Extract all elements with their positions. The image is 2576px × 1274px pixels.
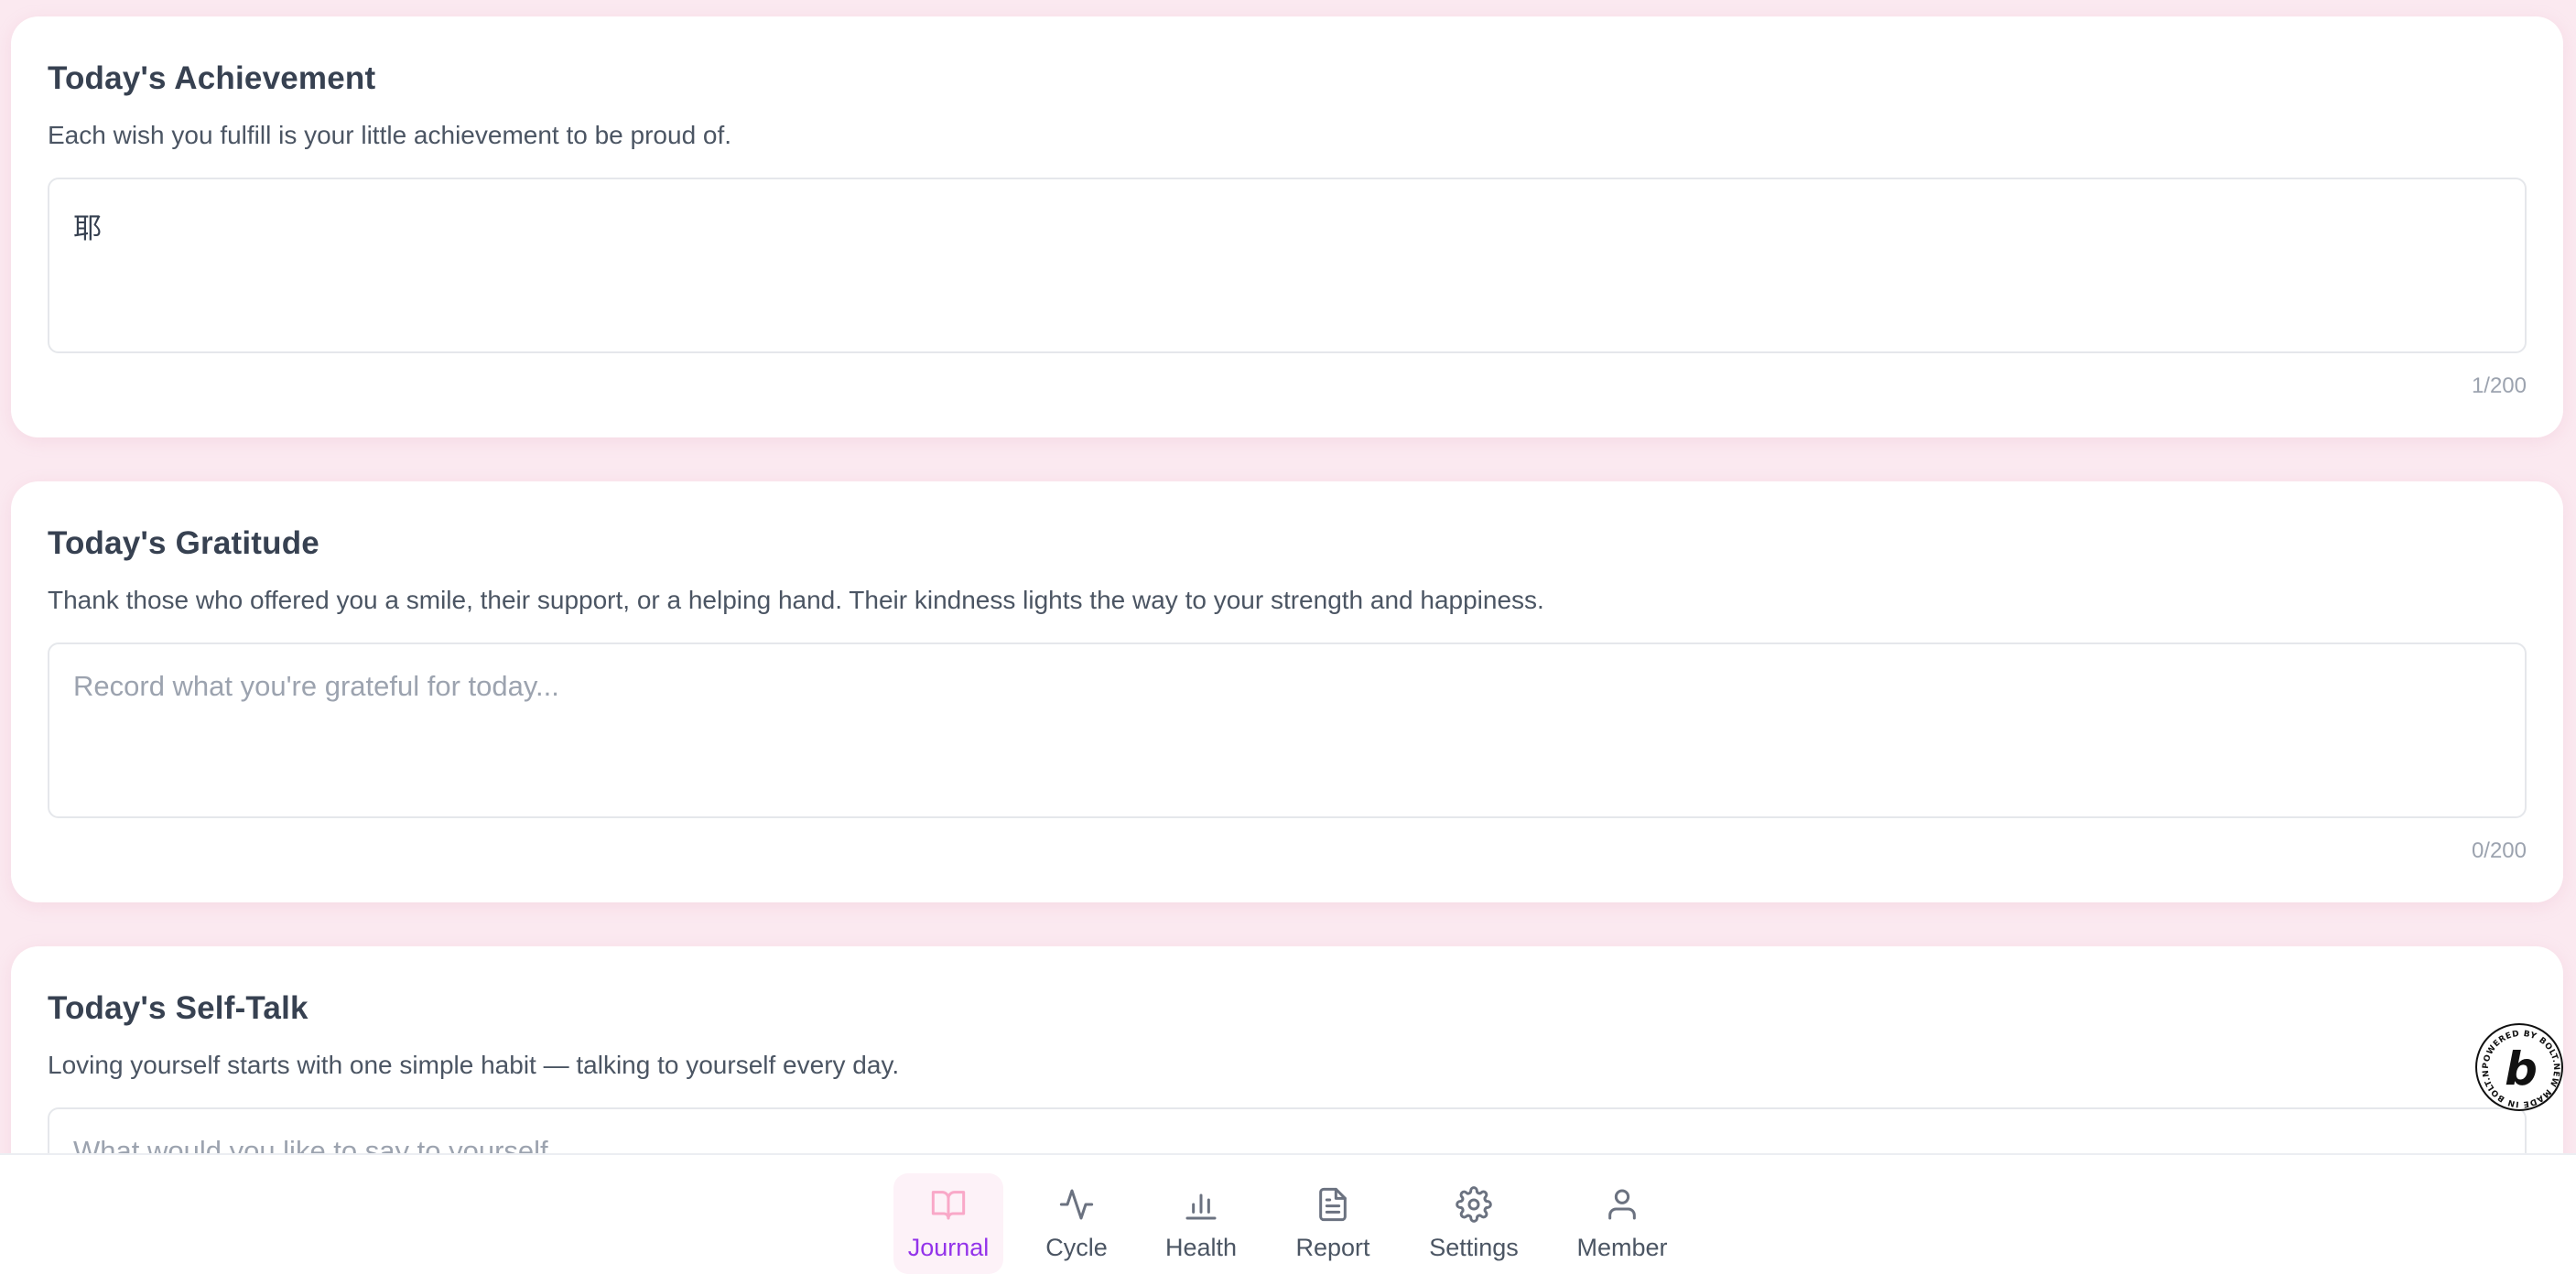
nav-item-report[interactable]: Report	[1291, 1173, 1375, 1274]
nav-label-report: Report	[1295, 1234, 1370, 1261]
nav-label-settings: Settings	[1429, 1234, 1519, 1261]
achievement-title: Today's Achievement	[48, 60, 376, 96]
gratitude-description: Thank those who offered you a smile, the…	[48, 586, 1544, 614]
user-icon	[1608, 1189, 1636, 1220]
bottom-nav: Journal Cycle Health Report Settings Mem…	[0, 1153, 2576, 1274]
gratitude-textarea[interactable]: Record what you're grateful for today...	[48, 642, 2527, 818]
nav-item-cycle[interactable]: Cycle	[1034, 1173, 1119, 1274]
nav-item-health[interactable]: Health	[1159, 1173, 1243, 1274]
bolt-logo-icon: b	[2505, 1042, 2538, 1096]
journal-page: Today's Achievement Each wish you fulfil…	[0, 0, 2576, 1274]
self-talk-title: Today's Self-Talk	[48, 990, 308, 1026]
self-talk-description: Loving yourself starts with one simple h…	[48, 1051, 900, 1079]
activity-icon	[1059, 1189, 1094, 1220]
gratitude-title: Today's Gratitude	[48, 525, 319, 561]
file-text-icon	[1319, 1187, 1347, 1222]
book-open-icon	[931, 1191, 966, 1220]
nav-item-journal[interactable]: Journal	[893, 1173, 1003, 1274]
gratitude-char-counter: 0/200	[2471, 838, 2527, 863]
nav-item-settings[interactable]: Settings	[1423, 1173, 1525, 1274]
nav-item-member[interactable]: Member	[1571, 1173, 1673, 1274]
achievement-description: Each wish you fulfill is your little ach…	[48, 121, 732, 149]
bar-chart-icon	[1185, 1193, 1217, 1220]
nav-label-cycle: Cycle	[1045, 1234, 1108, 1261]
nav-label-health: Health	[1164, 1234, 1238, 1261]
achievement-textarea[interactable]: 耶	[48, 178, 2527, 353]
gear-icon	[1456, 1186, 1492, 1223]
gratitude-card: Today's Gratitude Thank those who offere…	[11, 481, 2563, 902]
nav-label-member: Member	[1576, 1234, 1668, 1261]
bolt-badge[interactable]: POWERED BY BOLT.NEW MADE IN BOLT.NEW b	[2475, 1023, 2563, 1111]
achievement-card: Today's Achievement Each wish you fulfil…	[11, 16, 2563, 437]
achievement-char-counter: 1/200	[2471, 373, 2527, 398]
nav-label-journal: Journal	[907, 1234, 990, 1261]
